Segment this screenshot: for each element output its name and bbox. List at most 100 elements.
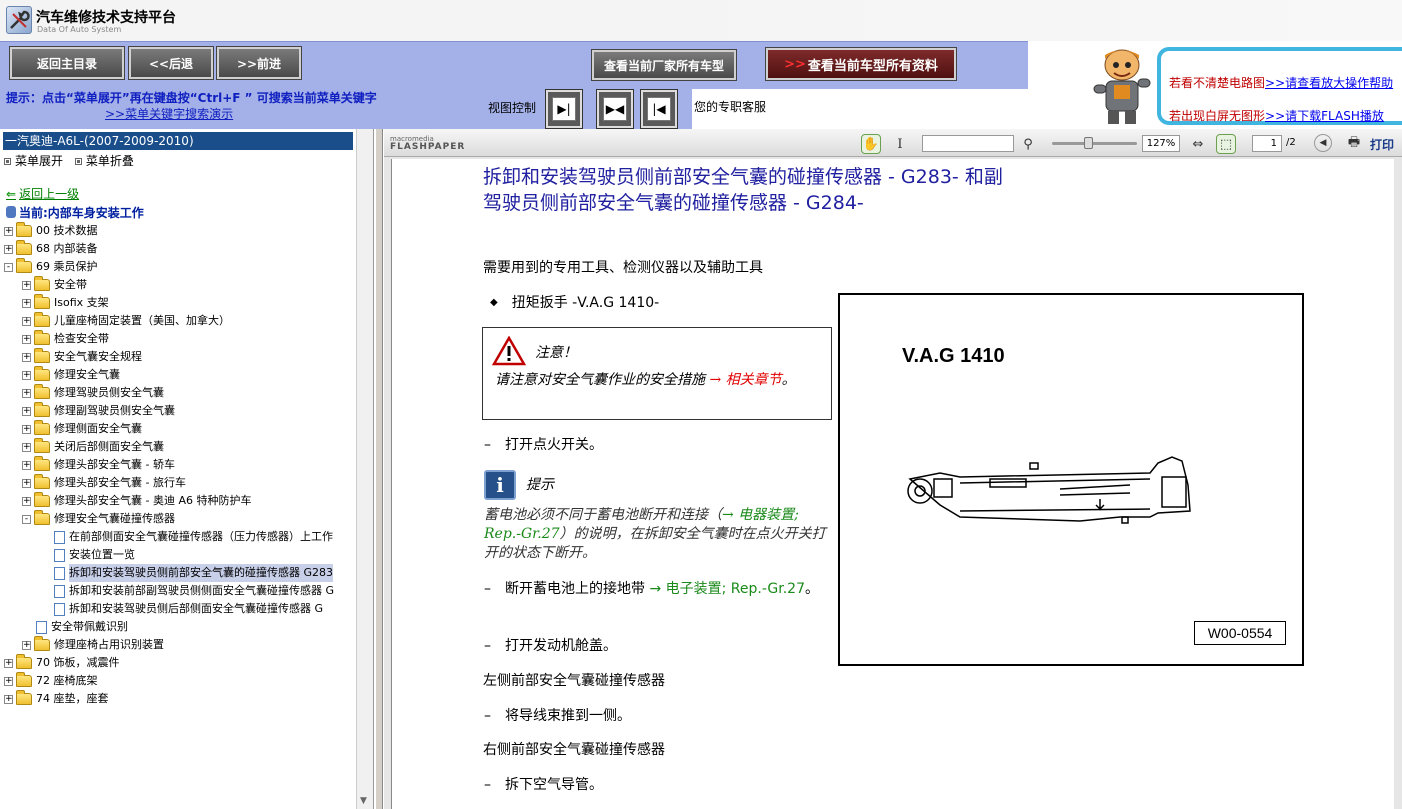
text-select-icon[interactable]: I [890,134,910,154]
tree-node[interactable]: + 修理驾驶员侧安全气囊 [22,384,164,402]
tree-node[interactable]: +68 内部装备 [4,240,98,258]
expand-node-icon[interactable]: + [22,370,31,380]
tool-item: ◆ 扭矩扳手 -V.A.G 1410- [490,292,659,312]
tree-node[interactable]: + 关闭后部侧面安全气囊 [22,438,164,456]
document-scrollbar[interactable] [1394,157,1402,809]
expand-node-icon[interactable]: + [4,694,13,704]
tree-node[interactable]: + 修理副驾驶员侧安全气囊 [22,402,175,420]
collapse-node-icon[interactable]: - [22,514,31,524]
expand-node-icon[interactable]: + [22,640,31,650]
tree-node[interactable]: + 安全气囊安全规程 [22,348,142,366]
tree-node[interactable]: - 69 乘员保护 [4,258,98,276]
all-docs-arrow: >> [784,56,806,72]
expand-node-icon[interactable]: + [4,658,13,668]
tree-node[interactable]: + 修理安全气囊 [22,366,120,384]
pane-splitter[interactable] [375,129,383,809]
folder-icon [34,402,50,417]
folder-icon [34,420,50,435]
tree-node-label: 拆卸和安装驾驶员侧后部侧面安全气囊碰撞传感器 G [69,602,324,615]
find-input[interactable] [922,135,1014,152]
step-battery: – 断开蓄电池上的接地带 → 电子装置; Rep.-Gr.27。 [484,581,819,597]
zoom-slider-handle[interactable] [1084,137,1093,149]
expand-node-icon[interactable]: + [4,244,13,254]
tree-node[interactable]: 拆卸和安装驾驶员侧后部侧面安全气囊碰撞传感器 G [54,600,323,618]
expand-node-icon[interactable]: + [22,406,31,416]
folder-icon [16,690,32,705]
tree-node[interactable]: + 修理侧面安全气囊 [22,420,142,438]
expand-node-icon[interactable]: + [22,280,31,290]
tree-node[interactable]: + 儿童座椅固定装置（美国、加拿大） [22,312,230,330]
expand-node-icon[interactable]: + [4,226,13,236]
tree-scrollbar[interactable]: ▼ [356,129,373,809]
folder-icon [34,492,50,507]
tree-node[interactable]: + 修理头部安全气囊 - 旅行车 [22,474,186,492]
tree-node[interactable]: +70 饰板，减震件 [4,654,120,672]
fit-width-icon[interactable]: ⇔ [1188,134,1208,154]
tree-node-label: 69 乘员保护 [36,260,98,273]
expand-left-view-button[interactable]: |◀ [640,89,678,129]
tree-node[interactable]: + Isofix 支架 [22,294,109,312]
expand-node-icon[interactable]: + [22,496,31,506]
torque-wrench-figure: V.A.G 1410 W00-0554 [838,293,1304,666]
print-button[interactable]: 打印 [1370,136,1394,153]
expand-node-icon[interactable]: + [22,352,31,362]
tree-node[interactable]: + 检查安全带 [22,330,109,348]
scroll-down-icon[interactable]: ▼ [360,796,367,806]
flash-download-link-prefix[interactable]: >>请下载 [1265,109,1321,123]
previous-page-icon[interactable]: ◀ [1314,134,1332,152]
search-demo-link[interactable]: >>菜单关键字搜索演示 [105,105,233,122]
expand-node-icon[interactable]: + [22,478,31,488]
zoom-level[interactable]: 127% [1142,135,1180,152]
expand-node-icon[interactable]: + [22,460,31,470]
tree-node[interactable]: 在前部侧面安全气囊碰撞传感器（压力传感器）上工作 [54,528,333,546]
all-docs-button[interactable]: >> 查看当前车型所有资料 [765,47,957,81]
all-models-button[interactable]: 查看当前厂家所有车型 [591,49,737,81]
tree-node[interactable]: +72 座椅底架 [4,672,98,690]
tree-node[interactable]: 安装位置一览 [54,546,135,564]
tree-node[interactable]: 拆卸和安装前部副驾驶员侧侧面安全气囊碰撞传感器 G [54,582,334,600]
bullet-icon: ◆ [490,297,498,308]
expand-node-icon[interactable]: + [22,316,31,326]
flashpaper-logo: macromedia FLASHPAPER [390,135,465,152]
tree-node[interactable]: + 修理头部安全气囊 - 轿车 [22,456,175,474]
tree-node[interactable]: - 修理安全气囊碰撞传感器 [22,510,175,528]
expand-node-icon[interactable]: + [22,442,31,452]
expand-node-icon[interactable]: + [22,388,31,398]
printer-icon[interactable]: 🖶 [1344,134,1364,154]
search-icon[interactable]: ⚲ [1018,134,1038,154]
fit-page-icon[interactable]: ⬚ [1216,134,1236,154]
menu-collapse-button[interactable]: 菜单折叠 [74,154,134,168]
tree-node[interactable]: +74 座垫，座套 [4,690,109,708]
hand-tool-icon[interactable]: ✋ [861,134,881,154]
page-number-input[interactable]: 1 [1252,135,1282,152]
tree-node[interactable]: + 安全带 [22,276,87,294]
expand-node-icon[interactable]: + [22,298,31,308]
expand-node-icon[interactable]: + [22,334,31,344]
expand-node-icon[interactable]: + [4,676,13,686]
menu-expand-button[interactable]: 菜单展开 [4,154,63,168]
tree-back-link[interactable]: ⇐ 返回上一级 [6,185,79,202]
flash-download-link[interactable]: FLASH播放 [1321,109,1384,123]
menu-tree-pane: 一汽奥迪-A6L-(2007-2009-2010) 菜单展开 菜单折叠 ⇐ 返回上… [0,129,374,809]
expand-right-view-button[interactable]: ▶| [545,89,583,129]
expand-node-icon[interactable]: + [22,424,31,434]
zoom-help-link[interactable]: >>请查看放大操作帮助 [1265,76,1393,90]
back-button[interactable]: <<后退 [128,46,214,80]
tree-node[interactable]: + 修理头部安全气囊 - 奥迪 A6 特种防护车 [22,492,251,510]
tree-node[interactable]: +00 技术数据 [4,222,98,240]
home-button[interactable]: 返回主目录 [9,46,125,80]
collapse-node-icon[interactable]: - [4,262,13,272]
tree-list: +00 技术数据 +68 内部装备 - 69 乘员保护 + 安全带 + Isofix 支架 + 儿… [4,222,354,800]
tree-node[interactable]: 拆卸和安装驾驶员侧前部安全气囊的碰撞传感器 G283 [54,564,334,582]
tree-node[interactable]: + 修理座椅占用识别装置 [22,636,164,654]
folder-icon [34,510,50,525]
caution-title: 注意！ [535,345,577,361]
folder-icon [16,654,32,669]
zoom-slider-track[interactable] [1052,142,1137,145]
related-chapter-link[interactable]: → 相关章节 [709,372,781,388]
electronics-link[interactable]: → 电子装置; Rep.-Gr.27 [649,581,805,597]
split-view-button[interactable]: ▶◀ [596,89,634,129]
forward-button[interactable]: >>前进 [216,46,302,80]
header-background [600,0,1402,41]
tree-node[interactable]: 安全带佩戴识别 [36,618,128,636]
